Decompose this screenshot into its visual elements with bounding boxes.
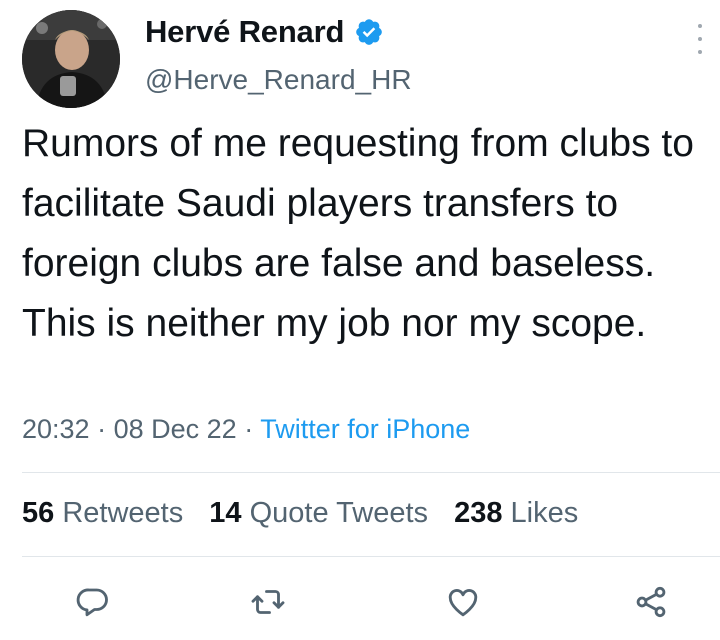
display-name[interactable]: Hervé Renard: [145, 14, 344, 50]
action-bar: [0, 580, 720, 624]
divider: [22, 472, 720, 473]
retweet-icon[interactable]: [246, 580, 290, 624]
retweets-count: 56: [22, 497, 55, 529]
likes-count: 238: [454, 497, 503, 529]
likes-stat[interactable]: 238 Likes: [454, 497, 578, 529]
meta-separator: ·: [97, 414, 107, 444]
quotes-label: Quote Tweets: [249, 497, 429, 529]
retweets-stat[interactable]: 56 Retweets: [22, 497, 183, 529]
divider: [22, 556, 720, 557]
like-icon[interactable]: [441, 580, 485, 624]
tweet-date[interactable]: 08 Dec 22: [114, 414, 237, 444]
verified-badge-icon: [354, 17, 384, 47]
more-options-icon[interactable]: [694, 24, 706, 54]
name-row: Hervé Renard: [145, 14, 384, 50]
share-icon[interactable]: [629, 580, 673, 624]
retweets-label: Retweets: [62, 497, 184, 529]
avatar[interactable]: [22, 10, 120, 108]
likes-label: Likes: [510, 497, 579, 529]
profile-photo: [22, 10, 120, 108]
tweet-meta: 20:32 · 08 Dec 22 · Twitter for iPhone: [22, 414, 470, 445]
quote-tweets-stat[interactable]: 14 Quote Tweets: [209, 497, 428, 529]
reply-icon[interactable]: [71, 580, 115, 624]
quotes-count: 14: [209, 497, 242, 529]
meta-separator: ·: [244, 414, 254, 444]
tweet-stats: 56 Retweets 14 Quote Tweets 238 Likes: [22, 497, 596, 530]
user-handle[interactable]: @Herve_Renard_HR: [145, 64, 412, 96]
tweet-source-link[interactable]: Twitter for iPhone: [260, 414, 470, 444]
tweet-text: Rumors of me requesting from clubs to fa…: [22, 122, 694, 345]
tweet-time[interactable]: 20:32: [22, 414, 90, 444]
